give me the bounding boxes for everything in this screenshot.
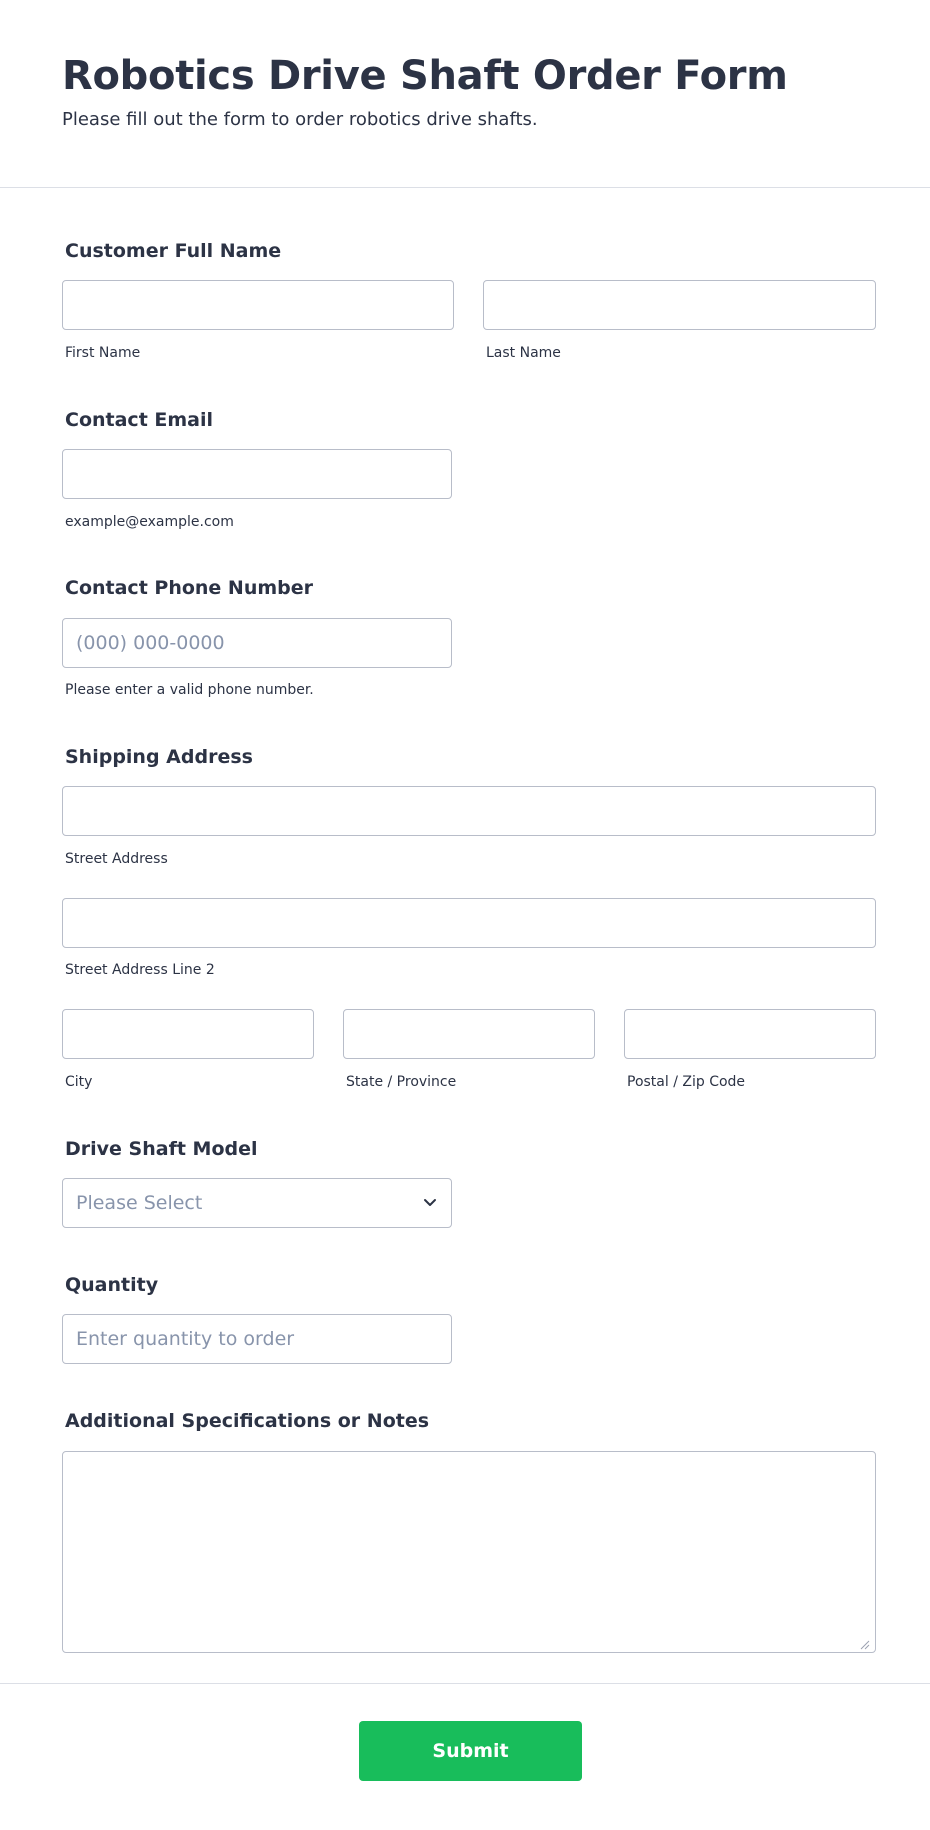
email-field[interactable] [62, 449, 452, 499]
street-address-line2-sublabel: Street Address Line 2 [65, 962, 215, 978]
email-sublabel: example@example.com [65, 514, 234, 530]
street-address-input[interactable] [62, 786, 876, 836]
quantity-input[interactable] [62, 1314, 452, 1364]
resize-handle-icon[interactable] [858, 1635, 870, 1650]
drive-shaft-model-select[interactable]: Please Select [62, 1178, 452, 1228]
form-title: Robotics Drive Shaft Order Form [62, 53, 788, 99]
chevron-down-icon [422, 1195, 438, 1211]
street-address-line2-input[interactable] [62, 898, 876, 948]
city-input[interactable] [62, 1009, 314, 1059]
state-input[interactable] [343, 1009, 595, 1059]
quantity-label: Quantity [65, 1274, 159, 1296]
phone-input[interactable] [62, 618, 452, 668]
street-address-sublabel: Street Address [65, 851, 168, 867]
first-name-sublabel: First Name [65, 345, 141, 361]
last-name-input[interactable] [483, 280, 876, 330]
notes-textarea[interactable] [62, 1451, 876, 1653]
zip-input[interactable] [624, 1009, 876, 1059]
last-name-sublabel: Last Name [486, 345, 561, 361]
form-header: Robotics Drive Shaft Order Form Please f… [0, 0, 930, 188]
email-label: Contact Email [65, 409, 214, 431]
model-label: Drive Shaft Model [65, 1138, 258, 1160]
state-sublabel: State / Province [346, 1074, 457, 1090]
full-name-label: Customer Full Name [65, 240, 282, 262]
zip-sublabel: Postal / Zip Code [627, 1074, 746, 1090]
phone-label: Contact Phone Number [65, 577, 314, 599]
form-subtitle: Please fill out the form to order roboti… [62, 109, 538, 130]
address-label: Shipping Address [65, 746, 253, 768]
first-name-input[interactable] [62, 280, 454, 330]
model-selected-value: Please Select [76, 1192, 203, 1214]
footer-divider [0, 1683, 930, 1684]
phone-sublabel: Please enter a valid phone number. [65, 682, 314, 698]
submit-button[interactable]: Submit [359, 1721, 582, 1781]
notes-label: Additional Specifications or Notes [65, 1410, 430, 1432]
city-sublabel: City [65, 1074, 93, 1090]
